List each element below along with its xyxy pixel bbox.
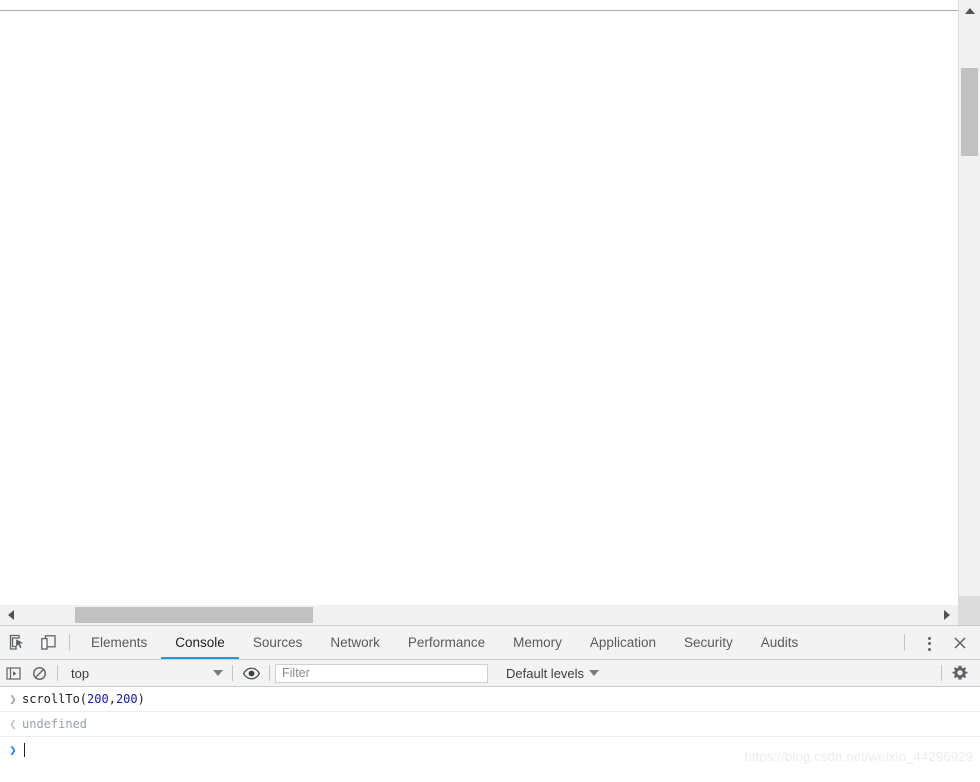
toolbar-divider bbox=[69, 634, 70, 651]
toolbar-divider bbox=[904, 634, 905, 651]
console-input-expression: scrollTo(200,200) bbox=[22, 692, 145, 706]
execution-context-label: top bbox=[71, 666, 207, 681]
tab-security[interactable]: Security bbox=[670, 626, 747, 659]
tab-network[interactable]: Network bbox=[316, 626, 394, 659]
close-icon-glyph bbox=[952, 635, 968, 651]
console-toolbar-actions bbox=[936, 661, 980, 685]
expression-arg-1: 200 bbox=[87, 692, 109, 706]
tab-memory[interactable]: Memory bbox=[499, 626, 576, 659]
expression-callee: scrollTo( bbox=[22, 692, 87, 706]
eye-icon-glyph bbox=[243, 667, 260, 680]
chevron-left-icon bbox=[8, 610, 14, 620]
settings-gear-icon[interactable] bbox=[947, 661, 973, 685]
live-expression-eye-icon[interactable] bbox=[238, 661, 264, 685]
devtools-tabbar-actions bbox=[897, 629, 980, 657]
console-sidebar-icon[interactable] bbox=[0, 661, 26, 685]
inspect-element-icon[interactable] bbox=[3, 629, 31, 657]
close-devtools-icon[interactable] bbox=[946, 629, 974, 657]
expression-arg-2: 200 bbox=[116, 692, 138, 706]
scroll-up-button[interactable] bbox=[959, 0, 980, 21]
page-content-blank bbox=[0, 11, 958, 604]
kebab-menu-icon[interactable] bbox=[915, 629, 943, 657]
chevron-down-icon bbox=[589, 670, 599, 676]
tab-performance[interactable]: Performance bbox=[394, 626, 499, 659]
expression-comma: , bbox=[109, 692, 116, 706]
scrollbar-corner bbox=[958, 596, 980, 625]
tab-elements[interactable]: Elements bbox=[77, 626, 161, 659]
chevron-right-icon bbox=[944, 610, 950, 620]
console-row-input[interactable]: ❯ scrollTo(200,200) bbox=[0, 687, 980, 712]
console-prompt-row[interactable]: ❯ bbox=[0, 737, 980, 763]
log-levels-label: Default levels bbox=[506, 666, 584, 681]
tab-audits[interactable]: Audits bbox=[747, 626, 813, 659]
tab-application[interactable]: Application bbox=[576, 626, 670, 659]
horizontal-scrollbar-thumb[interactable] bbox=[75, 607, 313, 623]
vertical-scrollbar-thumb[interactable] bbox=[961, 68, 978, 156]
inspect-element-glyph bbox=[9, 634, 26, 651]
console-message-list[interactable]: ❯ scrollTo(200,200) ❮ undefined ❯ bbox=[0, 687, 980, 781]
console-output-value: undefined bbox=[22, 717, 87, 731]
scroll-right-button[interactable] bbox=[936, 605, 957, 625]
execution-context-selector[interactable]: top bbox=[63, 662, 227, 684]
text-cursor bbox=[24, 743, 25, 757]
tab-sources[interactable]: Sources bbox=[239, 626, 317, 659]
toolbar-divider bbox=[57, 665, 58, 681]
console-input-gutter-icon: ❯ bbox=[4, 693, 22, 705]
clear-console-icon[interactable] bbox=[26, 661, 52, 685]
tab-console[interactable]: Console bbox=[161, 626, 239, 659]
settings-gear-glyph bbox=[952, 665, 968, 681]
browser-window: Elements Console Sources Network Perform… bbox=[0, 0, 980, 782]
toolbar-divider bbox=[941, 665, 942, 681]
chevron-down-icon bbox=[213, 670, 223, 676]
vertical-scrollbar[interactable] bbox=[958, 0, 980, 620]
devtools-panel: Elements Console Sources Network Perform… bbox=[0, 625, 980, 782]
filter-input[interactable] bbox=[275, 664, 488, 683]
chevron-up-icon bbox=[965, 8, 975, 14]
console-prompt-gutter-icon: ❯ bbox=[4, 744, 22, 756]
console-output-gutter-icon: ❮ bbox=[4, 718, 22, 730]
log-levels-selector[interactable]: Default levels bbox=[498, 662, 607, 684]
page-viewport[interactable] bbox=[0, 0, 958, 604]
kebab-menu-glyph bbox=[920, 634, 938, 652]
console-row-output[interactable]: ❮ undefined bbox=[0, 712, 980, 737]
scroll-left-button[interactable] bbox=[0, 605, 21, 625]
console-toolbar: top Default levels bbox=[0, 660, 980, 687]
clear-console-glyph bbox=[32, 666, 47, 681]
devtools-tabbar: Elements Console Sources Network Perform… bbox=[0, 626, 980, 660]
expression-close-paren: ) bbox=[138, 692, 145, 706]
device-toolbar-glyph bbox=[40, 634, 57, 651]
console-sidebar-glyph bbox=[6, 666, 21, 681]
device-toolbar-icon[interactable] bbox=[34, 629, 62, 657]
toolbar-divider bbox=[232, 665, 233, 681]
horizontal-scrollbar[interactable] bbox=[0, 604, 958, 625]
toolbar-divider bbox=[269, 665, 270, 681]
